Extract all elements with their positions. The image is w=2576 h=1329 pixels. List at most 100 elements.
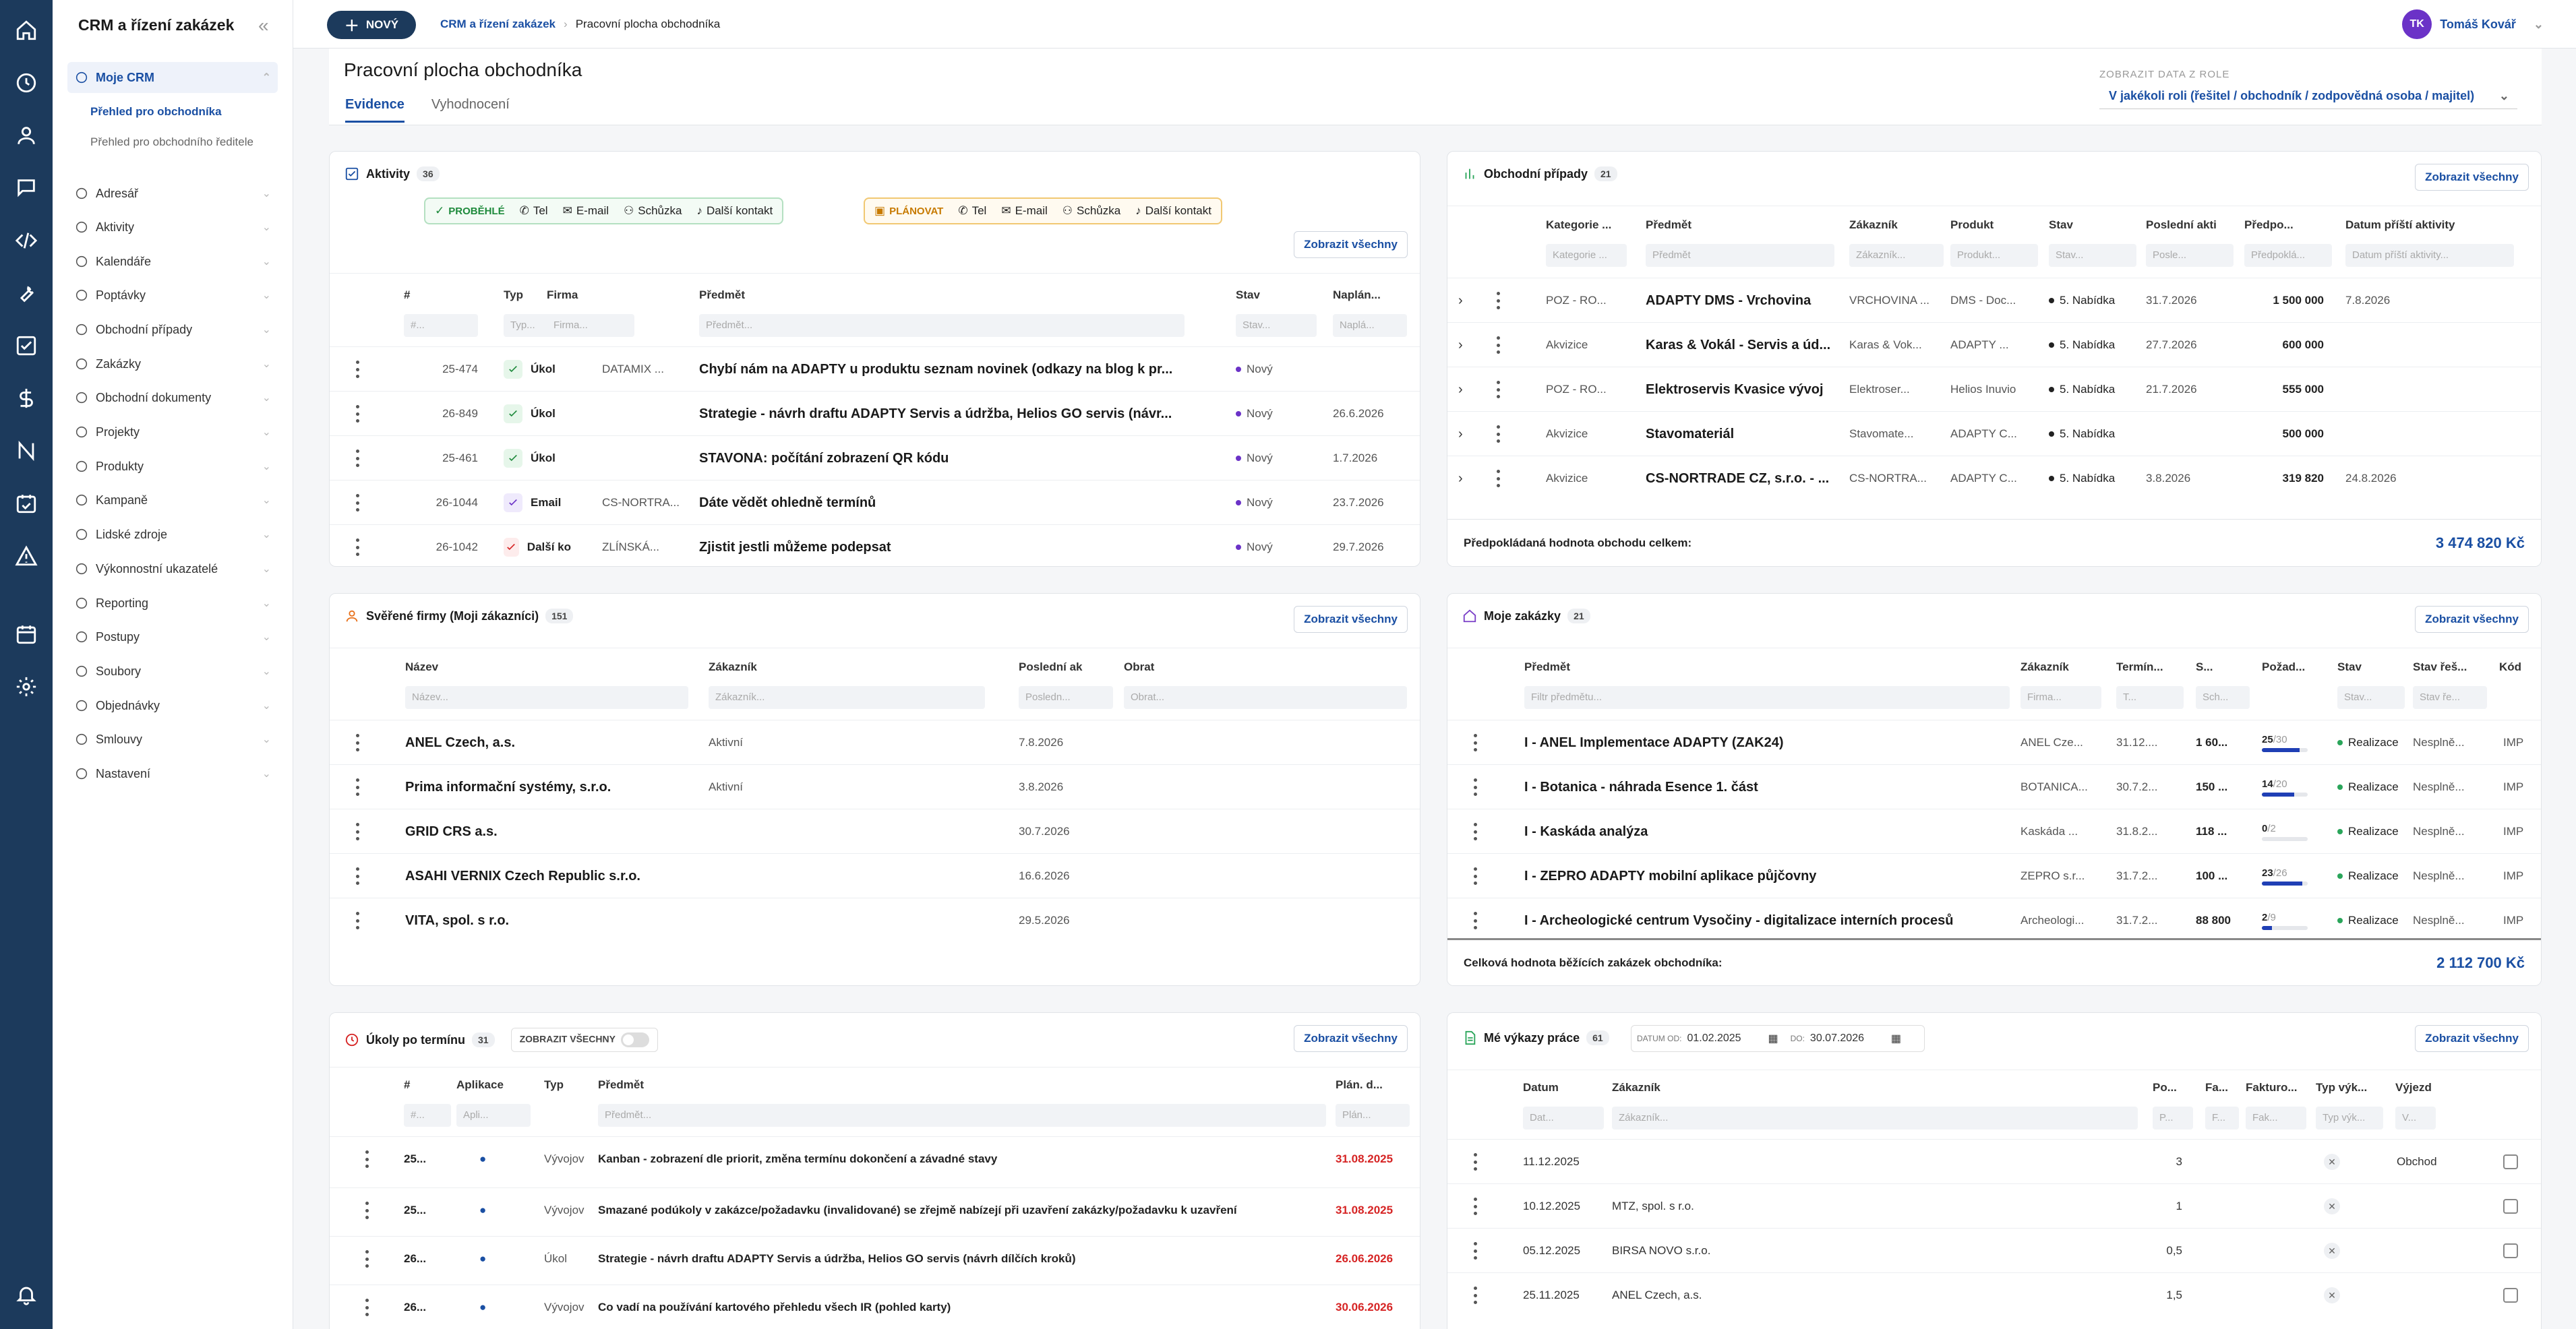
row-menu-icon[interactable]	[354, 494, 361, 512]
row-menu-icon[interactable]	[363, 1202, 370, 1219]
row-menu-icon[interactable]	[1495, 381, 1501, 398]
plan-email-button[interactable]: ✉ E-mail	[1001, 204, 1047, 218]
column-filter-input[interactable]: Stav...	[1236, 314, 1317, 337]
row-menu-icon[interactable]	[1472, 867, 1478, 885]
row-subject[interactable]: Karas & Vokál - Servis a úd...	[1646, 323, 1841, 367]
chat-icon[interactable]	[11, 173, 42, 204]
column-filter-input[interactable]: Posle...	[2146, 244, 2234, 267]
table-row[interactable]: ANEL Czech, a.s. Aktivní 7.8.2026	[330, 720, 1420, 764]
trip-checkbox[interactable]	[2503, 1273, 2523, 1318]
row-menu-icon[interactable]	[354, 867, 361, 885]
sidebar-item[interactable]: Obchodní dokumenty ⌄	[67, 382, 278, 413]
checkbox-icon[interactable]	[11, 330, 42, 361]
past-meeting-button[interactable]: ⚇ Schůzka	[624, 204, 682, 218]
table-row[interactable]: 25... ● Vývojov Kanban - zobrazení dle p…	[330, 1136, 1420, 1185]
table-row[interactable]: › Akvizice Stavomateriál Stavomate... AD…	[1447, 411, 2541, 456]
column-header[interactable]: Datum	[1523, 1081, 1604, 1094]
row-menu-icon[interactable]	[363, 1150, 370, 1168]
table-row[interactable]: › POZ - RO... ADAPTY DMS - Vrchovina VRC…	[1447, 278, 2541, 322]
column-header[interactable]: Poslední akti	[2146, 218, 2234, 232]
expand-row-icon[interactable]: ›	[1458, 293, 1463, 309]
row-subject[interactable]: Smazané podúkoly v zakázce/požadavku (in…	[598, 1188, 1326, 1233]
tab-vyhodnoceni[interactable]: Vyhodnocení	[431, 97, 510, 123]
show-all-button[interactable]: Zobrazit všechny	[1294, 231, 1408, 258]
sidebar-item[interactable]: Nastavení ⌄	[67, 758, 278, 789]
sidebar-item[interactable]: Projekty ⌄	[67, 416, 278, 447]
table-row[interactable]: 26-1044 Email CS-NORTRA... Dáte vědět oh…	[330, 480, 1420, 524]
table-row[interactable]: 05.12.2025 BIRSA NOVO s.r.o. 0,5 ✕	[1447, 1228, 2541, 1272]
row-subject[interactable]: I - Botanica - náhrada Esence 1. část	[1524, 765, 2010, 809]
breadcrumb-link[interactable]: CRM a řízení zakázek	[440, 18, 556, 30]
column-filter-input[interactable]: Datum příští aktivity...	[2345, 244, 2514, 267]
column-filter-input[interactable]: Stav...	[2337, 686, 2405, 709]
table-row[interactable]: ASAHI VERNIX Czech Republic s.r.o. 16.6.…	[330, 853, 1420, 898]
row-menu-icon[interactable]	[1495, 292, 1501, 309]
column-filter-input[interactable]: P...	[2153, 1107, 2193, 1130]
gear-icon[interactable]	[11, 671, 42, 702]
column-filter-input[interactable]: Firma...	[2020, 686, 2101, 709]
row-subject[interactable]: CS-NORTRADE CZ, s.r.o. - ...	[1646, 456, 1841, 501]
sidebar-sub-item[interactable]: Přehled pro obchodníka	[90, 105, 222, 119]
column-header[interactable]: Stav	[2049, 218, 2136, 232]
row-menu-icon[interactable]	[354, 778, 361, 796]
column-filter-input[interactable]: Apli...	[456, 1104, 531, 1127]
column-filter-input[interactable]: Firma...	[547, 314, 634, 337]
column-header[interactable]: #	[404, 288, 478, 302]
past-contact-button[interactable]: ♪ Další kontakt	[696, 204, 773, 218]
column-header[interactable]: Zákazník	[1612, 1081, 2138, 1094]
table-row[interactable]: › Akvizice Karas & Vokál - Servis a úd..…	[1447, 322, 2541, 367]
column-header[interactable]: Požad...	[2262, 660, 2323, 674]
row-subject[interactable]: I - Archeologické centrum Vysočiny - dig…	[1524, 898, 2010, 943]
table-row[interactable]: I - Botanica - náhrada Esence 1. část BO…	[1447, 764, 2541, 809]
show-all-button[interactable]: Zobrazit všechny	[2415, 606, 2529, 633]
column-filter-input[interactable]: Obrat...	[1124, 686, 1407, 709]
row-subject[interactable]: I - ANEL Implementace ADAPTY (ZAK24)	[1524, 720, 2010, 765]
show-all-button[interactable]: Zobrazit všechny	[2415, 1025, 2529, 1052]
row-firm-name[interactable]: ASAHI VERNIX Czech Republic s.r.o.	[405, 854, 695, 898]
sidebar-item[interactable]: Zakázky ⌄	[67, 348, 278, 379]
column-filter-input[interactable]: Předmět...	[598, 1104, 1326, 1127]
column-header[interactable]: Předpo...	[2244, 218, 2332, 232]
sidebar-item[interactable]: Objednávky ⌄	[67, 690, 278, 721]
column-filter-input[interactable]: Zákazník...	[709, 686, 985, 709]
row-menu-icon[interactable]	[354, 450, 361, 467]
column-filter-input[interactable]: Předmět	[1646, 244, 1834, 267]
sidebar-item[interactable]: Výkonnostní ukazatelé ⌄	[67, 553, 278, 584]
plan-contact-button[interactable]: ♪ Další kontakt	[1135, 204, 1211, 218]
user-icon[interactable]	[11, 120, 42, 151]
sidebar-item[interactable]: Reporting ⌄	[67, 588, 278, 619]
trip-checkbox[interactable]	[2503, 1184, 2523, 1229]
row-menu-icon[interactable]	[1472, 734, 1478, 751]
row-subject[interactable]: Chybí nám na ADAPTY u produktu seznam no…	[699, 347, 1225, 392]
show-all-button[interactable]: Zobrazit všechny	[1294, 606, 1408, 633]
warning-icon[interactable]	[11, 540, 42, 571]
row-menu-icon[interactable]	[1472, 1287, 1478, 1304]
column-filter-input[interactable]: Sch...	[2196, 686, 2250, 709]
row-menu-icon[interactable]	[1495, 470, 1501, 487]
role-select[interactable]: V jakékoli roli (řešitel / obchodník / z…	[2099, 82, 2517, 109]
table-row[interactable]: 10.12.2025 MTZ, spol. s r.o. 1 ✕	[1447, 1183, 2541, 1228]
column-header[interactable]: Plán. d...	[1336, 1078, 1410, 1092]
column-header[interactable]: Zákazník	[709, 660, 985, 674]
column-filter-input[interactable]: Produkt...	[1950, 244, 2038, 267]
table-row[interactable]: › Akvizice CS-NORTRADE CZ, s.r.o. - ... …	[1447, 456, 2541, 500]
row-menu-icon[interactable]	[354, 734, 361, 751]
row-subject[interactable]: Strategie - návrh draftu ADAPTY Servis a…	[699, 392, 1225, 436]
tab-evidence[interactable]: Evidence	[345, 97, 405, 123]
column-filter-input[interactable]: Stav ře...	[2413, 686, 2487, 709]
row-subject[interactable]: Zjistit jestli můžeme podepsat	[699, 525, 1225, 566]
sidebar-item[interactable]: Obchodní případy ⌄	[67, 314, 278, 345]
column-filter-input[interactable]: F...	[2205, 1107, 2239, 1130]
column-filter-input[interactable]: Typ výk...	[2316, 1107, 2383, 1130]
sidebar-item[interactable]: Moje CRM ⌃	[67, 62, 278, 93]
column-header[interactable]: Předmět	[1524, 660, 2010, 674]
calendar-check-icon[interactable]	[11, 488, 42, 519]
row-menu-icon[interactable]	[1472, 912, 1478, 929]
sidebar-item[interactable]: Aktivity ⌄	[67, 212, 278, 243]
row-subject[interactable]: Elektroservis Kvasice vývoj	[1646, 367, 1841, 412]
row-subject[interactable]: ADAPTY DMS - Vrchovina	[1646, 278, 1841, 323]
column-header[interactable]: Poslední ak	[1019, 660, 1113, 674]
past-email-button[interactable]: ✉ E-mail	[563, 204, 609, 218]
column-filter-input[interactable]: Naplá...	[1333, 314, 1407, 337]
home-icon[interactable]	[11, 15, 42, 46]
